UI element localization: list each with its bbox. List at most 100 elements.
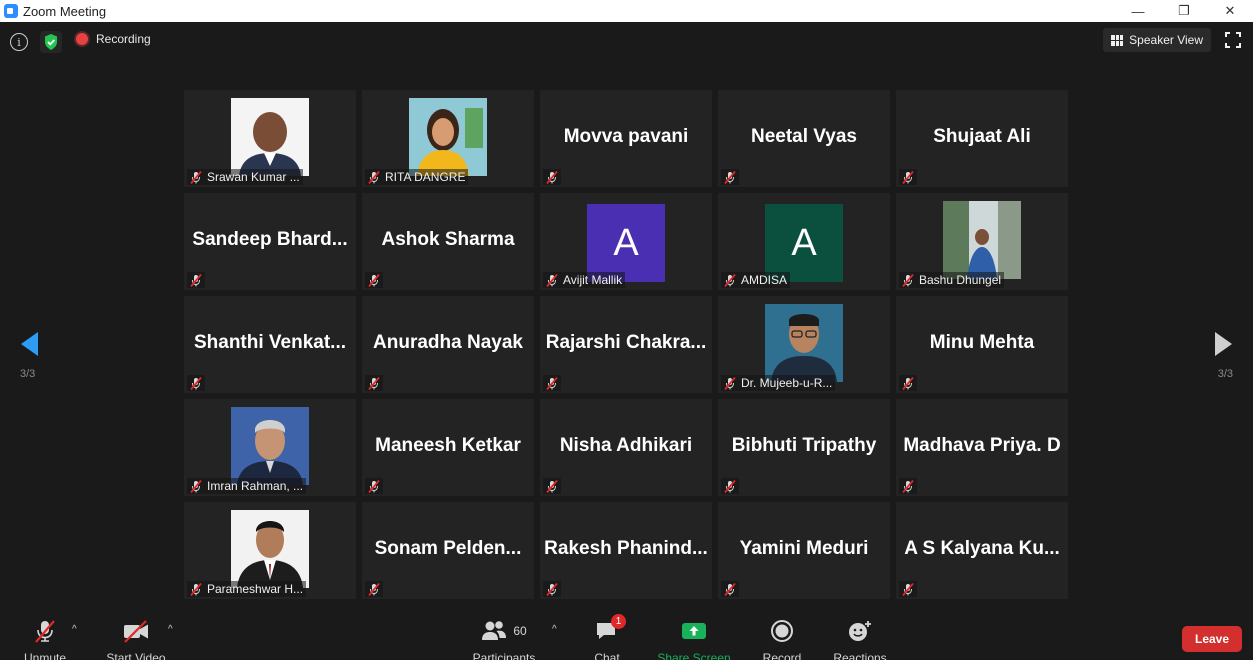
video-off-icon [124, 620, 148, 643]
leave-button[interactable]: Leave [1182, 626, 1242, 652]
participant-status-bar [543, 581, 561, 597]
participant-tile[interactable]: Yamini Meduri [718, 502, 890, 599]
participant-tile[interactable]: Minu Mehta [896, 296, 1068, 393]
participant-status-bar [899, 478, 917, 494]
participants-button[interactable]: 60 Participants [470, 618, 538, 660]
close-button[interactable]: ✕ [1207, 0, 1253, 22]
participant-status-bar [187, 375, 205, 391]
participant-avatar: A [587, 204, 665, 282]
participant-display-name: Sonam Pelden... [374, 538, 522, 559]
audio-options-caret-icon[interactable]: ^ [72, 624, 77, 635]
participant-display-name: Yamini Meduri [739, 538, 869, 559]
participant-tile[interactable]: Rajarshi Chakra... [540, 296, 712, 393]
fullscreen-icon[interactable] [1225, 32, 1241, 48]
previous-page-arrow-icon[interactable] [18, 330, 40, 358]
participant-tile[interactable]: Movva pavani [540, 90, 712, 187]
participant-tile[interactable]: Bibhuti Tripathy [718, 399, 890, 496]
speaker-view-button[interactable]: Speaker View [1103, 28, 1211, 52]
participant-display-name: Shanthi Venkat... [193, 332, 347, 353]
participant-tile[interactable]: A Avijit Mallik [540, 193, 712, 290]
participant-tile[interactable]: Anuradha Nayak [362, 296, 534, 393]
participant-tile[interactable]: Maneesh Ketkar [362, 399, 534, 496]
next-page-arrow-icon[interactable] [1213, 330, 1235, 358]
reactions-label: Reactions [833, 651, 887, 660]
participant-name-bar: Bashu Dhungel [899, 272, 1005, 288]
participant-status-bar [899, 169, 917, 185]
participant-status-bar [543, 478, 561, 494]
participant-display-name: Neetal Vyas [751, 126, 857, 147]
participant-name-label: Parameshwar H... [207, 582, 304, 596]
participant-status-bar [365, 375, 383, 391]
record-button[interactable]: Record [760, 618, 804, 660]
participant-name-bar: Dr. Mujeeb-u-R... [721, 375, 836, 391]
participant-tile[interactable]: A S Kalyana Ku... [896, 502, 1068, 599]
participant-display-name: Ashok Sharma [381, 229, 515, 250]
muted-microphone-icon [902, 273, 914, 287]
participant-tile[interactable]: Rakesh Phanind... [540, 502, 712, 599]
encryption-shield-icon[interactable] [40, 31, 62, 53]
muted-microphone-icon [368, 582, 380, 596]
muted-microphone-icon [546, 376, 558, 390]
grid-view-icon [1111, 34, 1124, 46]
unmute-button[interactable]: Unmute [22, 618, 68, 660]
participant-display-name: Madhava Priya. D [903, 435, 1061, 456]
participants-options-caret-icon[interactable]: ^ [552, 624, 557, 635]
participant-status-bar [721, 581, 739, 597]
participant-tile[interactable]: RITA DANGRE [362, 90, 534, 187]
muted-microphone-icon [190, 582, 202, 596]
participant-tile[interactable]: Srawan Kumar ... [184, 90, 356, 187]
participant-tile[interactable]: A AMDISA [718, 193, 890, 290]
participant-status-bar [365, 478, 383, 494]
participant-avatar: A [765, 204, 843, 282]
chat-button[interactable]: 1 Chat [588, 614, 626, 660]
participant-name-label: Avijit Mallik [563, 273, 623, 287]
page-indicator-left: 3/3 [20, 368, 36, 380]
participant-status-bar [543, 169, 561, 185]
participants-icon [482, 621, 507, 640]
muted-microphone-icon [724, 376, 736, 390]
participant-photo [231, 407, 309, 485]
muted-microphone-icon [368, 170, 380, 184]
window-controls: — ❐ ✕ [1115, 0, 1253, 22]
participant-name-label: Imran Rahman, ... [207, 479, 304, 493]
restore-button[interactable]: ❐ [1161, 0, 1207, 22]
participants-label: Participants [472, 651, 536, 660]
participant-tile[interactable]: Dr. Mujeeb-u-R... [718, 296, 890, 393]
meeting-toolbar: Unmute ^ Start Video ^ 60 Participants ^… [0, 612, 1253, 660]
participant-tile[interactable]: Parameshwar H... [184, 502, 356, 599]
participant-display-name: Maneesh Ketkar [375, 435, 521, 456]
start-video-button[interactable]: Start Video [104, 618, 168, 660]
participant-tile[interactable]: Ashok Sharma [362, 193, 534, 290]
participant-name-label: AMDISA [741, 273, 788, 287]
recording-indicator[interactable]: Recording [76, 32, 151, 46]
participant-status-bar [365, 581, 383, 597]
minimize-button[interactable]: — [1115, 0, 1161, 22]
video-options-caret-icon[interactable]: ^ [168, 624, 173, 635]
participant-display-name: Sandeep Bhard... [192, 229, 348, 250]
share-screen-label: Share Screen [657, 651, 731, 660]
info-icon[interactable]: i [10, 33, 28, 51]
participant-tile[interactable]: Nisha Adhikari [540, 399, 712, 496]
chat-label: Chat [594, 651, 620, 660]
participant-tile[interactable]: Shanthi Venkat... [184, 296, 356, 393]
participant-tile[interactable]: Bashu Dhungel [896, 193, 1068, 290]
participant-display-name: Movva pavani [563, 126, 689, 147]
participant-tile[interactable]: Sandeep Bhard... [184, 193, 356, 290]
participant-display-name: Anuradha Nayak [373, 332, 523, 353]
reactions-button[interactable]: Reactions [832, 618, 888, 660]
participant-tile[interactable]: Imran Rahman, ... [184, 399, 356, 496]
muted-microphone-icon [902, 376, 914, 390]
participant-tile[interactable]: Sonam Pelden... [362, 502, 534, 599]
window-title: Zoom Meeting [23, 3, 107, 19]
share-screen-button[interactable]: Share Screen [657, 618, 731, 660]
muted-microphone-icon [190, 170, 202, 184]
participant-name-bar: Parameshwar H... [187, 581, 307, 597]
participant-tile[interactable]: Neetal Vyas [718, 90, 890, 187]
participant-name-bar: Avijit Mallik [543, 272, 626, 288]
participant-tile[interactable]: Madhava Priya. D [896, 399, 1068, 496]
participants-count: 60 [513, 624, 527, 638]
title-bar: Zoom Meeting — ❐ ✕ [0, 0, 1253, 22]
participant-name-label: Srawan Kumar ... [207, 170, 300, 184]
unmute-label: Unmute [23, 651, 67, 660]
participant-tile[interactable]: Shujaat Ali [896, 90, 1068, 187]
